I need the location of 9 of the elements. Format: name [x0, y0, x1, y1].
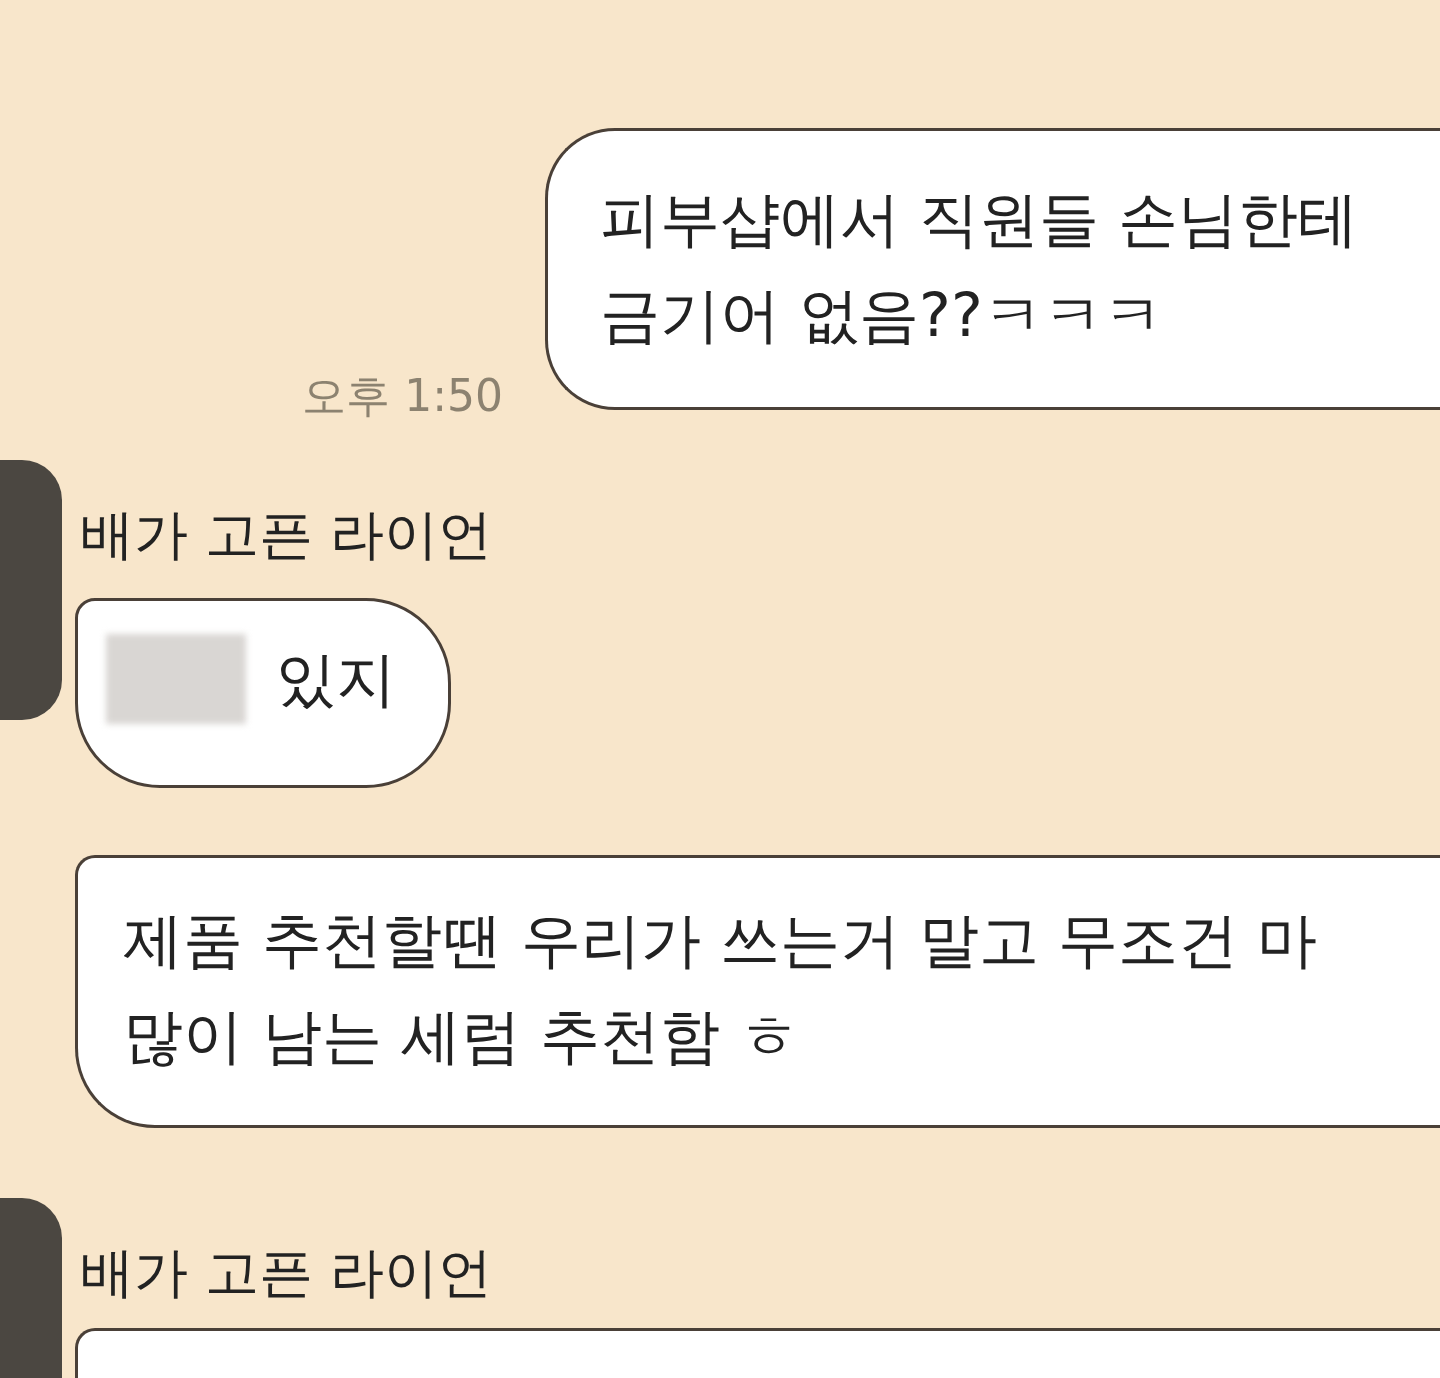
message-time: 오후 1:50	[302, 374, 503, 418]
message-text: 제품 추천할땐 우리가 쓰는거 말고 무조건 마	[123, 904, 1319, 977]
sender-name: 배가 고픈 라이언	[80, 1239, 493, 1306]
message-text: 많이 남는 세럼 추천함 ㅎ	[123, 1000, 801, 1073]
message-text: 있지	[276, 643, 396, 716]
message-text: 금기어 없음??ㅋㅋㅋ	[600, 279, 1164, 352]
avatar[interactable]	[0, 460, 62, 720]
sender-name: 배가 고픈 라이언	[80, 501, 493, 568]
message-text: 피부샵에서 직원들 손님한테	[600, 183, 1360, 256]
